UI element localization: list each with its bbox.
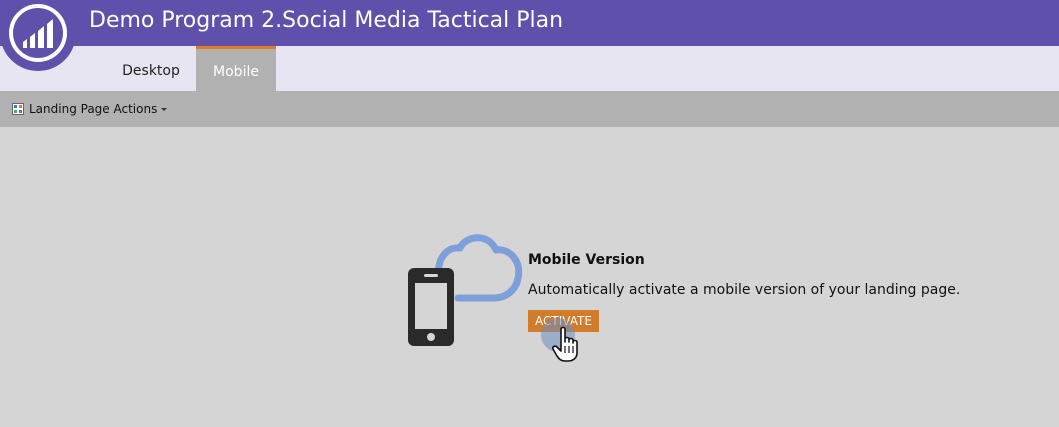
mobile-version-title: Mobile Version	[528, 252, 645, 268]
landing-page-actions-label: Landing Page Actions	[29, 102, 158, 116]
caret-down-icon	[161, 108, 168, 111]
phone-cloud-icon	[408, 234, 523, 346]
mobile-version-description: Automatically activate a mobile version …	[528, 282, 961, 298]
app-header: Demo Program 2.Social Media Tactical Pla…	[0, 0, 1059, 46]
tab-mobile[interactable]: Mobile	[196, 46, 276, 91]
marketo-logo-icon[interactable]	[0, 0, 76, 72]
grid-page-icon	[12, 103, 24, 115]
view-tabs: Desktop Mobile	[0, 46, 1059, 91]
toolbar: Landing Page Actions	[0, 91, 1059, 127]
tab-desktop[interactable]: Desktop	[104, 46, 198, 91]
page-title: Demo Program 2.Social Media Tactical Pla…	[89, 8, 564, 33]
landing-page-actions-button[interactable]: Landing Page Actions	[12, 101, 168, 117]
activate-button[interactable]: ACTIVATE	[528, 310, 599, 332]
